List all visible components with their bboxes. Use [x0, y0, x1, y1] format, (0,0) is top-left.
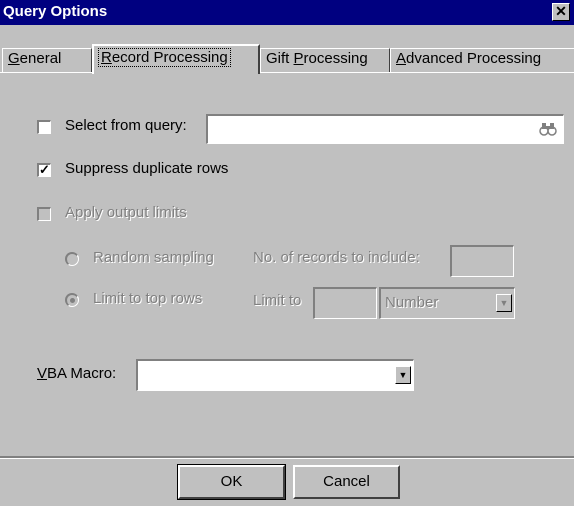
- tab-general[interactable]: General: [2, 48, 92, 72]
- tab-advanced-processing[interactable]: Advanced Processing: [390, 48, 574, 72]
- records-to-include-input[interactable]: [450, 245, 514, 277]
- vba-macro-select[interactable]: ▼: [136, 359, 414, 391]
- tab-record-processing-label: Record Processing: [98, 48, 231, 67]
- limit-to-input[interactable]: [313, 287, 377, 319]
- tab-record-processing[interactable]: Record Processing: [92, 44, 260, 74]
- random-sampling-radio[interactable]: [65, 252, 79, 266]
- close-button[interactable]: ✕: [552, 3, 570, 21]
- tab-advanced-processing-label: Advanced Processing: [396, 50, 542, 67]
- suppress-duplicates-checkbox[interactable]: ✓: [37, 163, 51, 177]
- limit-unit-dropdown-button[interactable]: ▼: [496, 294, 512, 312]
- chevron-down-icon: ▼: [398, 370, 408, 380]
- limit-to-label: Limit to: [253, 292, 302, 309]
- random-sampling-label: Random sampling: [93, 249, 214, 266]
- checkmark-icon: ✓: [39, 162, 50, 177]
- ok-button[interactable]: OK: [177, 464, 286, 500]
- tab-general-label: General: [8, 50, 62, 67]
- chevron-down-icon: ▼: [499, 298, 509, 308]
- tab-gift-processing[interactable]: Gift Processing: [260, 48, 390, 72]
- select-from-query-checkbox[interactable]: [37, 120, 51, 134]
- select-from-query-label: Select from query:: [65, 117, 187, 134]
- vba-macro-dropdown-button[interactable]: ▼: [395, 366, 411, 384]
- cancel-button[interactable]: Cancel: [293, 465, 400, 499]
- limit-unit-value: Number: [385, 294, 439, 311]
- tab-gift-processing-label: Gift Processing: [266, 50, 368, 67]
- apply-output-limits-checkbox[interactable]: [37, 207, 51, 221]
- window-title: Query Options: [3, 3, 108, 20]
- apply-output-limits-label: Apply output limits: [65, 204, 187, 221]
- records-to-include-label: No. of records to include:: [253, 249, 420, 266]
- select-from-query-input[interactable]: [206, 114, 564, 144]
- limit-top-rows-label: Limit to top rows: [93, 290, 203, 307]
- limit-top-rows-radio[interactable]: [65, 293, 79, 307]
- footer-separator: [0, 456, 574, 459]
- binoculars-icon: [539, 123, 557, 136]
- suppress-duplicates-label: Suppress duplicate rows: [65, 160, 229, 177]
- close-icon: ✕: [555, 3, 567, 19]
- title-bar: Query Options ✕: [0, 0, 574, 25]
- limit-unit-select[interactable]: Number ▼: [379, 287, 515, 319]
- radio-dot-icon: [70, 298, 75, 303]
- query-lookup-button[interactable]: [539, 120, 557, 138]
- vba-macro-label: VBA Macro:: [37, 365, 117, 382]
